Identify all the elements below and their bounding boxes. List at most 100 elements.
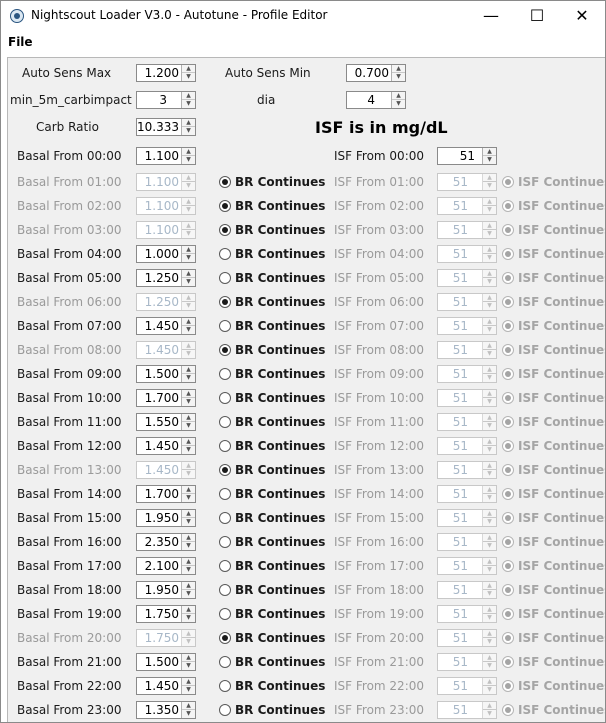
isf-continues-radio[interactable]	[502, 368, 514, 380]
spinner-up-arrow-icon[interactable]: ▲	[182, 510, 195, 518]
basal-value[interactable]: 2.100	[137, 558, 182, 574]
spinner-down-arrow-icon[interactable]: ▼	[182, 686, 195, 694]
basal-spinner[interactable]: 1.450 ▲ ▼	[136, 317, 196, 335]
basal-spinner[interactable]: 1.750 ▲ ▼	[136, 605, 196, 623]
basal-value[interactable]: 2.350	[137, 534, 182, 550]
basal-value[interactable]: 1.750	[137, 630, 182, 646]
basal-value[interactable]: 1.100	[137, 222, 182, 238]
spinner-down-arrow-icon[interactable]: ▼	[483, 326, 496, 334]
spinner-down-arrow-icon[interactable]: ▼	[483, 374, 496, 382]
br-continues-radio[interactable]	[219, 608, 231, 620]
spinner-down-arrow-icon[interactable]: ▼	[182, 278, 195, 286]
br-continues-radio[interactable]	[219, 296, 231, 308]
basal-spinner[interactable]: 2.350 ▲ ▼	[136, 533, 196, 551]
basal-value[interactable]: 1.500	[137, 366, 182, 382]
spinner-up-arrow-icon[interactable]: ▲	[483, 390, 496, 398]
spinner-down-arrow-icon[interactable]: ▼	[483, 614, 496, 622]
isf-value[interactable]: 51	[438, 582, 471, 598]
basal-spinner[interactable]: 1.750 ▲ ▼	[136, 629, 196, 647]
spinner-down-arrow-icon[interactable]: ▼	[483, 398, 496, 406]
spinner-down-arrow-icon[interactable]: ▼	[483, 686, 496, 694]
isf-spinner[interactable]: 51 ▲ ▼	[437, 173, 497, 191]
isf-continues-radio[interactable]	[502, 224, 514, 236]
spinner-up-arrow-icon[interactable]: ▲	[182, 270, 195, 278]
spinner-down-arrow-icon[interactable]: ▼	[483, 566, 496, 574]
br-continues-radio[interactable]	[219, 248, 231, 260]
spinner-up-arrow-icon[interactable]: ▲	[182, 318, 195, 326]
br-continues-radio[interactable]	[219, 392, 231, 404]
spinner-up-arrow-icon[interactable]: ▲	[182, 390, 195, 398]
spinner-down-arrow-icon[interactable]: ▼	[483, 494, 496, 502]
isf-continues-radio[interactable]	[502, 248, 514, 260]
spinner-up-arrow-icon[interactable]: ▲	[483, 318, 496, 326]
spinner-up-arrow-icon[interactable]: ▲	[182, 119, 195, 127]
min-5m-carbimpact-value[interactable]: 3	[137, 92, 170, 108]
isf-spinner[interactable]: 51 ▲ ▼	[437, 701, 497, 719]
spinner-up-arrow-icon[interactable]: ▲	[483, 510, 496, 518]
spinner-down-arrow-icon[interactable]: ▼	[182, 100, 195, 108]
isf-spinner[interactable]: 51 ▲ ▼	[437, 365, 497, 383]
isf-spinner[interactable]: 51 ▲ ▼	[437, 245, 497, 263]
spinner-down-arrow-icon[interactable]: ▼	[182, 302, 195, 310]
isf-spinner[interactable]: 51 ▲ ▼	[437, 629, 497, 647]
spinner-down-arrow-icon[interactable]: ▼	[182, 494, 195, 502]
br-continues-radio[interactable]	[219, 224, 231, 236]
spinner-down-arrow-icon[interactable]: ▼	[182, 156, 195, 164]
spinner-up-arrow-icon[interactable]: ▲	[483, 270, 496, 278]
spinner-up-arrow-icon[interactable]: ▲	[182, 198, 195, 206]
isf-spinner[interactable]: 51 ▲ ▼	[437, 581, 497, 599]
spinner-up-arrow-icon[interactable]: ▲	[182, 534, 195, 542]
isf-spinner[interactable]: 51 ▲ ▼	[437, 533, 497, 551]
basal-spinner[interactable]: 1.450 ▲ ▼	[136, 677, 196, 695]
min-5m-carbimpact-spinner[interactable]: 3 ▲ ▼	[136, 91, 196, 109]
spinner-down-arrow-icon[interactable]: ▼	[483, 182, 496, 190]
basal-spinner[interactable]: 1.450 ▲ ▼	[136, 437, 196, 455]
spinner-up-arrow-icon[interactable]: ▲	[182, 606, 195, 614]
dia-spinner[interactable]: 4 ▲ ▼	[346, 91, 406, 109]
spinner-up-arrow-icon[interactable]: ▲	[483, 246, 496, 254]
spinner-down-arrow-icon[interactable]: ▼	[182, 422, 195, 430]
br-continues-radio[interactable]	[219, 680, 231, 692]
br-continues-radio[interactable]	[219, 368, 231, 380]
basal-value[interactable]: 1.450	[137, 462, 182, 478]
spinner-down-arrow-icon[interactable]: ▼	[483, 422, 496, 430]
br-continues-radio[interactable]	[219, 488, 231, 500]
basal-value[interactable]: 1.750	[137, 606, 182, 622]
spinner-down-arrow-icon[interactable]: ▼	[483, 542, 496, 550]
isf-continues-radio[interactable]	[502, 488, 514, 500]
spinner-up-arrow-icon[interactable]: ▲	[483, 438, 496, 446]
spinner-down-arrow-icon[interactable]: ▼	[182, 590, 195, 598]
spinner-down-arrow-icon[interactable]: ▼	[182, 614, 195, 622]
spinner-down-arrow-icon[interactable]: ▼	[483, 518, 496, 526]
spinner-down-arrow-icon[interactable]: ▼	[182, 638, 195, 646]
spinner-up-arrow-icon[interactable]: ▲	[182, 246, 195, 254]
basal-spinner[interactable]: 1.700 ▲ ▼	[136, 485, 196, 503]
menu-file[interactable]: File	[8, 35, 33, 49]
spinner-down-arrow-icon[interactable]: ▼	[182, 182, 195, 190]
basal-spinner[interactable]: 1.000 ▲ ▼	[136, 245, 196, 263]
basal-spinner[interactable]: 1.950 ▲ ▼	[136, 581, 196, 599]
spinner-down-arrow-icon[interactable]: ▼	[483, 156, 496, 164]
br-continues-radio[interactable]	[219, 536, 231, 548]
spinner-down-arrow-icon[interactable]: ▼	[182, 350, 195, 358]
isf-continues-radio[interactable]	[502, 656, 514, 668]
spinner-down-arrow-icon[interactable]: ▼	[483, 662, 496, 670]
isf-value[interactable]: 51	[438, 486, 471, 502]
basal-spinner[interactable]: 2.100 ▲ ▼	[136, 557, 196, 575]
basal-value[interactable]: 1.350	[137, 702, 182, 718]
isf-spinner[interactable]: 51 ▲ ▼	[437, 317, 497, 335]
isf-continues-radio[interactable]	[502, 440, 514, 452]
dia-value[interactable]: 4	[347, 92, 378, 108]
spinner-down-arrow-icon[interactable]: ▼	[483, 590, 496, 598]
spinner-up-arrow-icon[interactable]: ▲	[483, 606, 496, 614]
basal-spinner[interactable]: 1.100 ▲ ▼	[136, 221, 196, 239]
auto-sens-min-spinner[interactable]: 0.700 ▲ ▼	[346, 64, 406, 82]
isf-value[interactable]: 51	[438, 198, 471, 214]
spinner-up-arrow-icon[interactable]: ▲	[182, 678, 195, 686]
basal-spinner[interactable]: 1.250 ▲ ▼	[136, 293, 196, 311]
isf-spinner[interactable]: 51 ▲ ▼	[437, 197, 497, 215]
isf-continues-radio[interactable]	[502, 560, 514, 572]
spinner-up-arrow-icon[interactable]: ▲	[182, 65, 195, 73]
spinner-down-arrow-icon[interactable]: ▼	[483, 638, 496, 646]
spinner-up-arrow-icon[interactable]: ▲	[483, 414, 496, 422]
